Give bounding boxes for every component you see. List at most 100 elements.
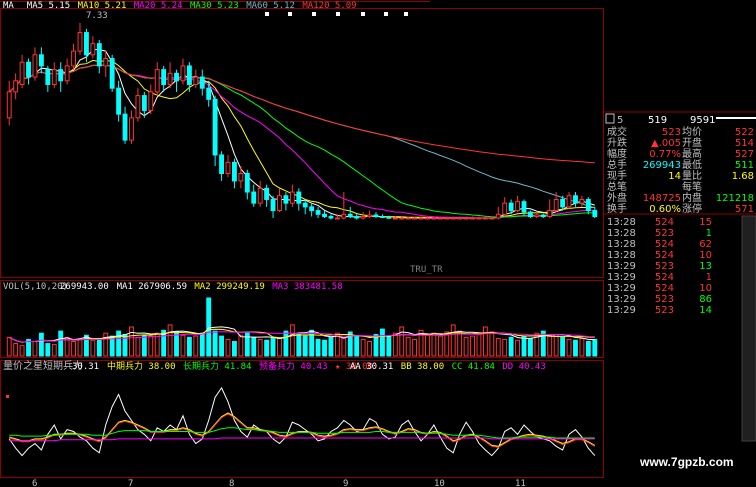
candle-body [180, 65, 186, 82]
volume-bar [405, 336, 411, 357]
volume-bar [457, 330, 463, 357]
candle-body [489, 217, 495, 220]
quote-scrollbar[interactable] [741, 215, 756, 442]
candle-body [399, 217, 405, 220]
candle-body [328, 216, 334, 219]
volume-bar [508, 336, 514, 357]
volume-bar [206, 297, 212, 357]
indicator-legend-2: AA 30.31 BB 38.00 CC 41.84 DD 40.43 [350, 362, 546, 372]
candle-body [45, 69, 51, 85]
volume-bar [19, 345, 25, 357]
volume-bar [103, 332, 109, 357]
indicator-line [9, 427, 595, 439]
volume-bar [71, 341, 76, 357]
candle-body [238, 172, 244, 182]
x-tick-label: 11 [515, 479, 526, 487]
quote-tick-list: 13:28 524 1513:28 523 113:28 524 6213:28 524 101… [607, 217, 712, 316]
candle-body [309, 206, 315, 212]
volume-bar [296, 332, 302, 357]
candle-body [148, 91, 154, 111]
tick-time: 13:29 [607, 272, 636, 283]
top-marker [361, 12, 365, 16]
candle-body [84, 32, 89, 56]
candle-body [90, 43, 96, 56]
candle-body [51, 69, 57, 85]
candle-body [38, 54, 44, 67]
candle-body [334, 217, 340, 220]
legend-item: 269943.00 [60, 282, 109, 292]
volume-bar [412, 338, 418, 357]
volume-bar [354, 335, 360, 357]
stat-value: 571 [735, 204, 754, 215]
volume-bar [489, 331, 495, 357]
top-marker [265, 12, 269, 16]
quote-header-box [605, 113, 615, 124]
stat-label: 升跌 [607, 136, 627, 149]
x-tick-label: 7 [128, 479, 133, 487]
x-axis-ticks: 6 7 8 9 10 11 [32, 477, 526, 487]
candle-body [167, 72, 173, 85]
stat-value: 511 [735, 160, 754, 171]
price-ma-legend: MA MA5 5.15 MA10 5.21 MA20 5.24 MA30 5.23 MA… [3, 1, 357, 11]
volume-bar [328, 336, 334, 357]
volume-bar [309, 329, 315, 357]
legend-item: MA1 267906.59 [117, 282, 187, 292]
candle-body [418, 217, 424, 220]
tick-time: 13:28 [607, 250, 636, 261]
volume-bar [96, 338, 102, 357]
legend-item: DD 40.43 [502, 362, 545, 372]
candle-body [199, 76, 205, 89]
legend-item: MA120 5.09 [302, 1, 356, 11]
volume-bar [476, 333, 482, 357]
candle-body [6, 91, 12, 119]
legend-item: 中期兵力 38.00 [107, 360, 176, 372]
volume-bar [186, 336, 192, 357]
tick-volume: 62 [699, 239, 712, 250]
candle-body [96, 43, 102, 67]
tick-price: 523 [655, 261, 674, 272]
tick-time: 13:28 [607, 217, 636, 228]
tick-price: 524 [655, 239, 674, 250]
volume-bar [219, 335, 224, 357]
ma-line [8, 64, 595, 219]
candle-body [212, 98, 218, 156]
high-price-label: 7.33 [86, 11, 108, 21]
candle-body [32, 54, 38, 78]
candle-body [251, 191, 257, 204]
volume-bar [380, 328, 385, 357]
tick-time: 13:29 [607, 305, 636, 316]
legend-item: MA60 5.12 [246, 1, 295, 11]
candle-body [380, 216, 385, 219]
candle-body [495, 213, 501, 219]
candle-body [560, 198, 566, 208]
bottom-center-label: TRU_TR [410, 265, 443, 275]
candle-body [515, 201, 520, 212]
stat-value: 269943 [643, 160, 681, 171]
candle-body [161, 69, 167, 85]
candle-body [322, 213, 327, 218]
top-marker [384, 12, 388, 16]
candle-body [405, 217, 411, 220]
tick-time: 13:28 [607, 239, 636, 250]
volume-bar [540, 330, 546, 357]
candle-body [206, 87, 212, 100]
stat-value: 523 [662, 127, 681, 138]
legend-item: 30.31 [72, 362, 99, 372]
candle-body [521, 201, 527, 213]
stat-label: 量比 [682, 170, 702, 182]
volume-bar [277, 338, 282, 357]
ma-line [8, 64, 595, 209]
volume-title: VOL(5,10,20) [3, 282, 68, 292]
candle-body [566, 195, 572, 208]
quote-header-volume: 9591 [690, 115, 715, 126]
x-tick-label: 6 [32, 479, 37, 487]
volume-bars [6, 297, 598, 357]
candle-body [592, 210, 598, 218]
candle-body [444, 217, 450, 220]
stat-value: 522 [735, 127, 754, 138]
candle-body [502, 202, 508, 215]
candle-body [392, 217, 398, 220]
candle-body [122, 113, 128, 141]
quote-panel: 5 519 9591 成交 523 均价 522升跌 ▲.005 开盘 514幅度 0.77%… [604, 111, 756, 442]
indicator-line [8, 386, 596, 457]
